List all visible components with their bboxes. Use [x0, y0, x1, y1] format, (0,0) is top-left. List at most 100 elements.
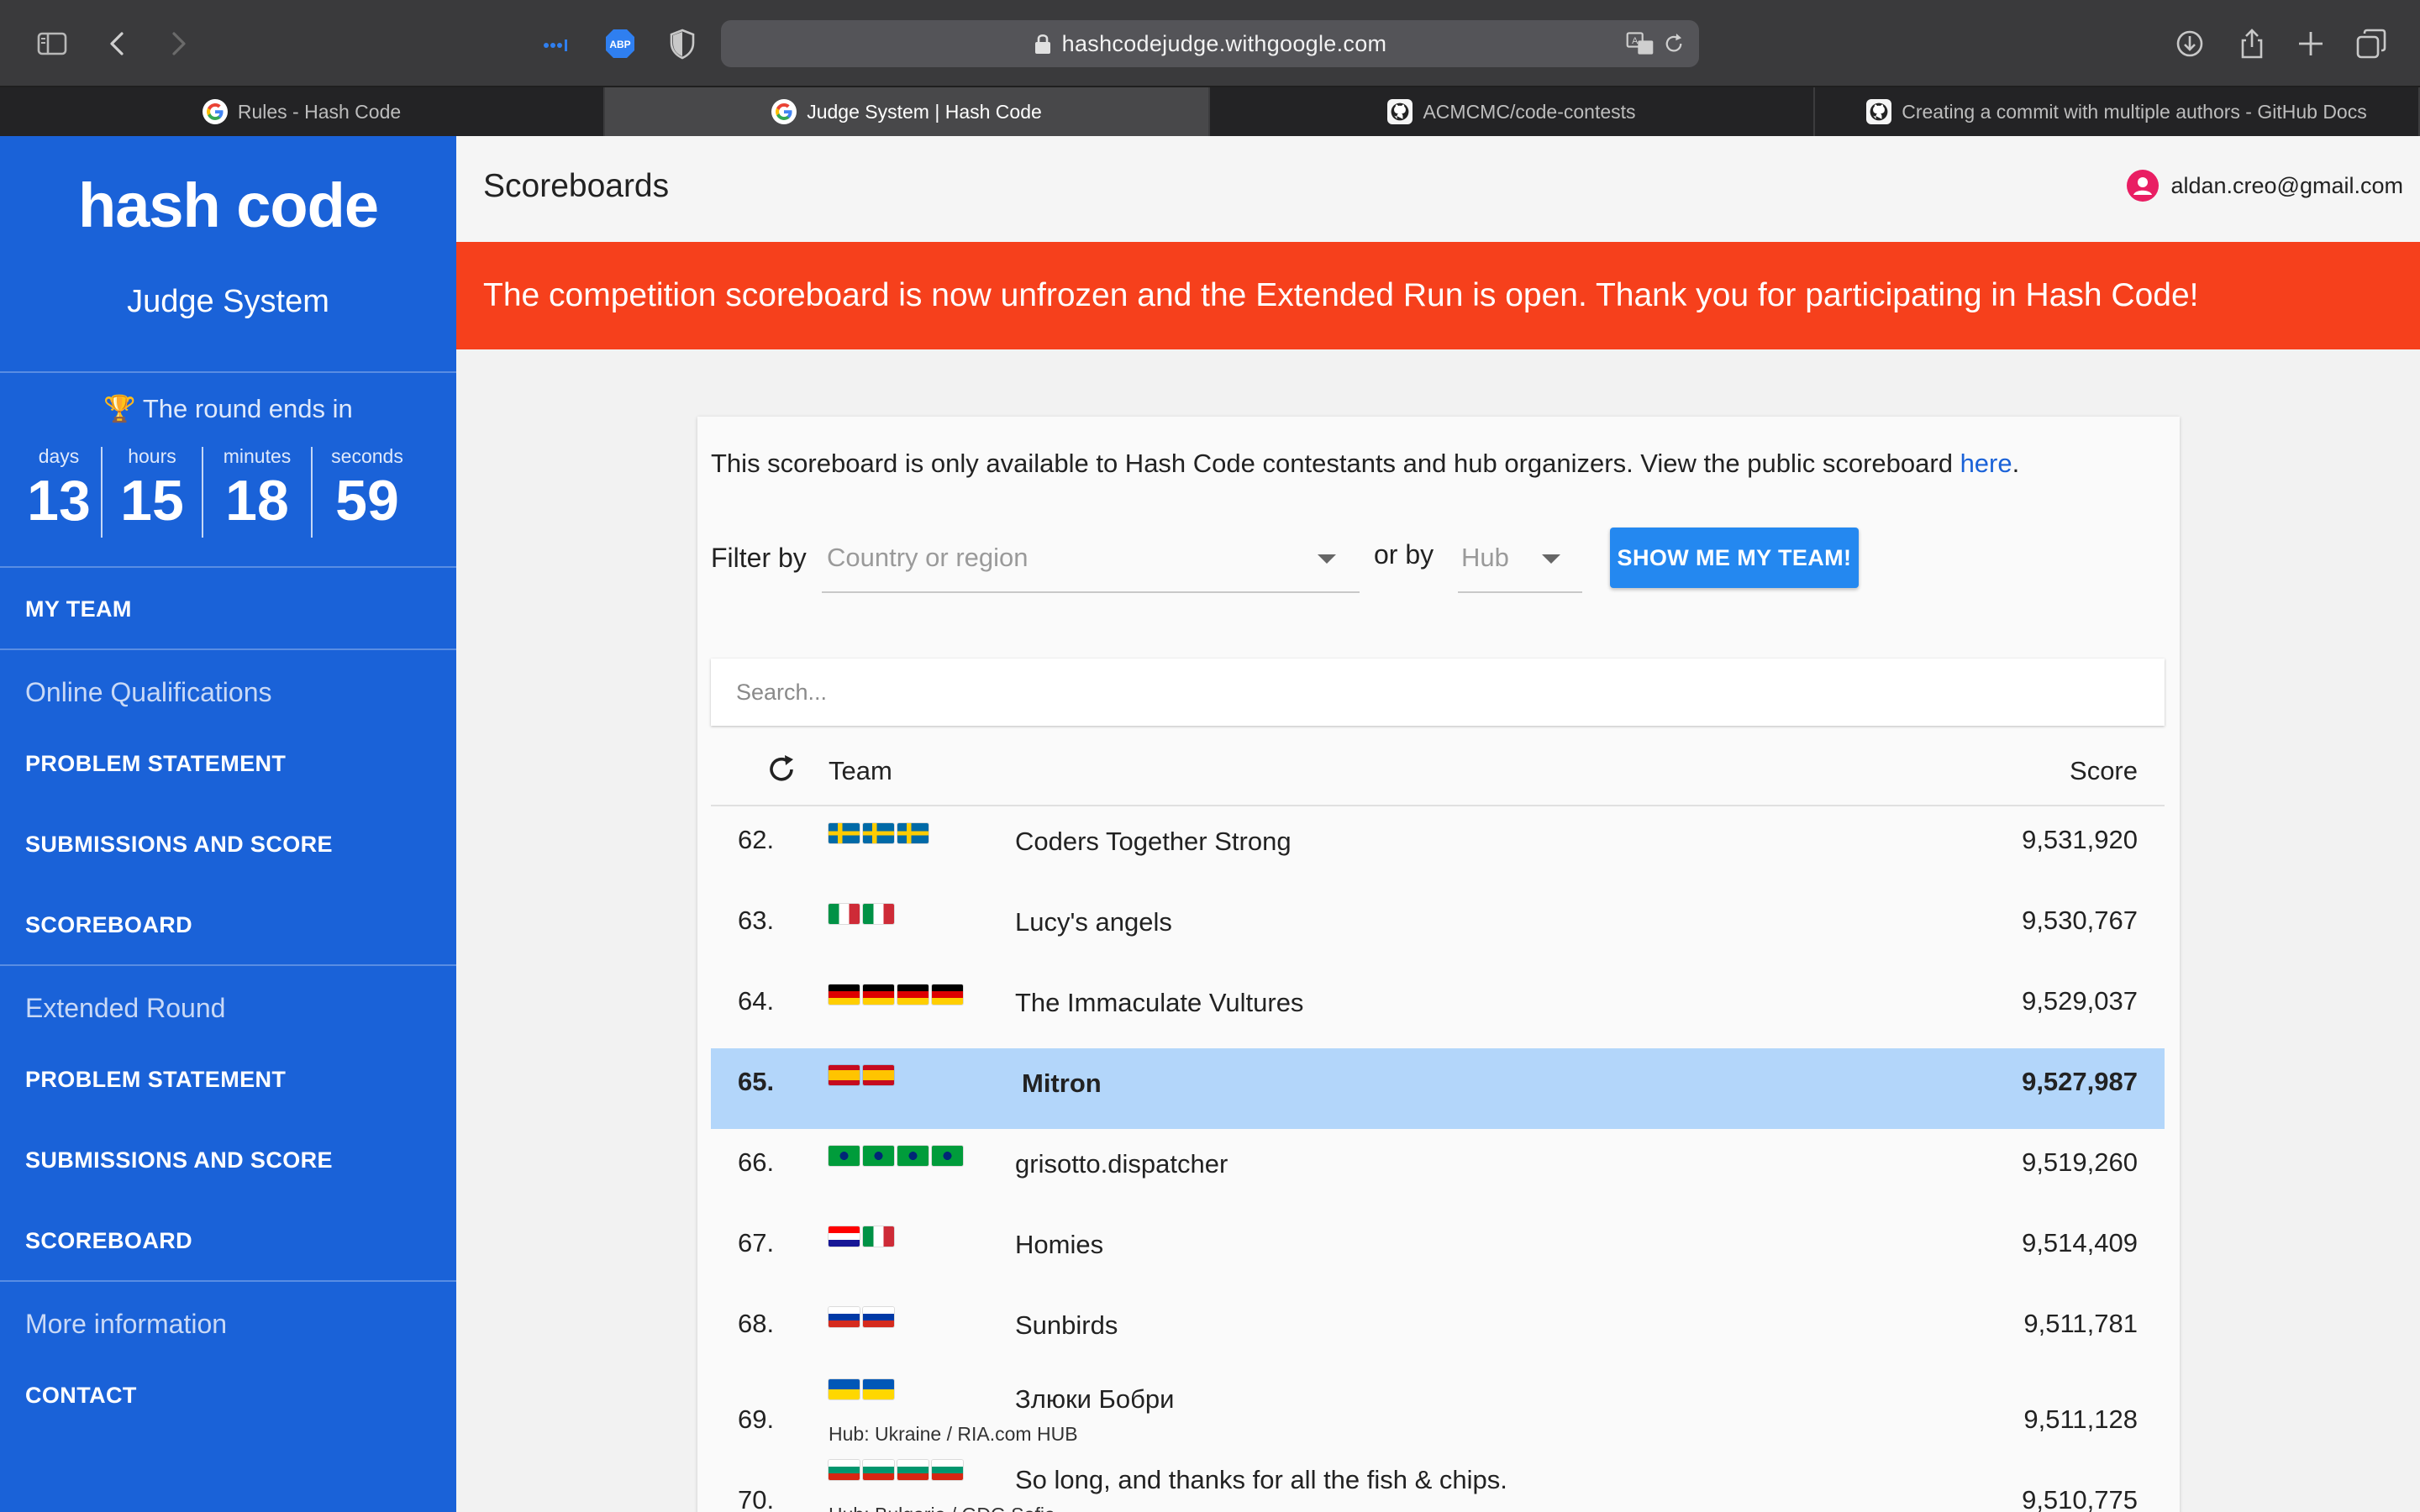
- croatia-flag-icon: [829, 1226, 860, 1247]
- team-score: 9,529,037: [2022, 986, 2138, 1016]
- browser-tab-github-docs[interactable]: Creating a commit with multiple authors …: [1815, 87, 2420, 136]
- countdown-value: 15: [120, 469, 184, 533]
- table-row[interactable]: 62. Coders Together Strong 9,531,920: [711, 806, 2165, 887]
- nav-qual-scoreboard[interactable]: SCOREBOARD: [25, 912, 192, 938]
- column-header-team: Team: [829, 756, 892, 785]
- sidebar-toggle-icon[interactable]: [30, 22, 74, 66]
- team-score: 9,514,409: [2022, 1228, 2138, 1257]
- countdown-value: 13: [27, 469, 91, 533]
- rank: 63.: [738, 906, 775, 935]
- team-flags: [829, 1226, 894, 1247]
- team-name: Mitron: [1022, 1068, 1102, 1098]
- new-tab-plus-icon[interactable]: [2289, 22, 2333, 66]
- show-my-team-button[interactable]: SHOW ME MY TEAM!: [1610, 528, 1859, 588]
- table-row[interactable]: 64. The Immaculate Vultures 9,529,037: [711, 968, 2165, 1048]
- brazil-flag-icon: [897, 1146, 929, 1166]
- rank: 69.: [738, 1404, 775, 1434]
- nav-section-extended-round: Extended Round: [25, 993, 226, 1023]
- sidebar: hash code Judge System 🏆 The round ends …: [0, 136, 456, 1512]
- table-row[interactable]: 67. Homies 9,514,409: [711, 1210, 2165, 1290]
- hub-select[interactable]: Hub: [1458, 531, 1582, 593]
- country-select[interactable]: Country or region: [822, 531, 1360, 593]
- countdown-seconds: seconds 59: [313, 445, 422, 539]
- countdown-hours: hours 15: [103, 445, 202, 539]
- nav-qual-problem-statement[interactable]: PROBLEM STATEMENT: [25, 751, 286, 777]
- countdown-minutes: minutes 18: [203, 445, 311, 539]
- spain-flag-icon: [863, 1065, 894, 1085]
- page-header: Scoreboards aldan.creo@gmail.com: [456, 136, 2420, 242]
- back-icon[interactable]: [96, 22, 139, 66]
- tab-title: Rules - Hash Code: [237, 100, 402, 123]
- user-account[interactable]: aldan.creo@gmail.com: [2127, 170, 2403, 202]
- table-row[interactable]: 66. grisotto.dispatcher 9,519,260: [711, 1129, 2165, 1210]
- nav-contact[interactable]: CONTACT: [25, 1383, 137, 1409]
- team-flags: [829, 823, 929, 843]
- divider: [0, 964, 456, 966]
- adblock-extension-icon[interactable]: ABP: [598, 22, 642, 66]
- team-score: 9,527,987: [2022, 1067, 2138, 1096]
- countdown-label: seconds: [331, 445, 403, 467]
- round-ends-label: 🏆 The round ends in: [0, 393, 456, 424]
- nav-ext-problem-statement[interactable]: PROBLEM STATEMENT: [25, 1067, 286, 1093]
- share-icon[interactable]: [2230, 22, 2274, 66]
- browser-tab-rules[interactable]: Rules - Hash Code: [0, 87, 605, 136]
- nav-ext-scoreboard[interactable]: SCOREBOARD: [25, 1228, 192, 1254]
- user-email: aldan.creo@gmail.com: [2170, 172, 2403, 198]
- reload-icon[interactable]: [1657, 27, 1691, 60]
- notice-text: This scoreboard is only available to Has…: [711, 449, 1960, 478]
- brazil-flag-icon: [829, 1146, 860, 1166]
- team-name: Злюки Бобри: [1015, 1384, 1175, 1414]
- nav-ext-submissions-and-score[interactable]: SUBMISSIONS AND SCORE: [25, 1147, 333, 1173]
- forward-icon[interactable]: [156, 22, 200, 66]
- divider: [0, 1280, 456, 1282]
- browser-tab-code-contests[interactable]: ACMCMC/code-contests: [1210, 87, 1815, 136]
- brazil-flag-icon: [932, 1146, 963, 1166]
- countdown-label: minutes: [223, 445, 292, 467]
- sweden-flag-icon: [897, 823, 929, 843]
- table-row[interactable]: 63. Lucy's angels 9,530,767: [711, 887, 2165, 968]
- germany-flag-icon: [863, 984, 894, 1005]
- bulgaria-flag-icon: [932, 1460, 963, 1480]
- svg-text:A: A: [1632, 36, 1639, 46]
- italy-flag-icon: [863, 1226, 894, 1247]
- rank: 65.: [738, 1067, 775, 1096]
- nav-qual-submissions-and-score[interactable]: SUBMISSIONS AND SCORE: [25, 832, 333, 858]
- hash-code-logo[interactable]: hash code: [0, 170, 456, 241]
- hub-placeholder: Hub: [1461, 543, 1509, 572]
- address-bar[interactable]: hashcodejudge.withgoogle.com A: [721, 20, 1699, 67]
- countdown-label: days: [38, 445, 80, 467]
- table-row-my-team[interactable]: 65. Mitron 9,527,987: [711, 1048, 2165, 1129]
- round-ends-text: The round ends in: [142, 394, 353, 423]
- russia-flag-icon: [829, 1307, 860, 1327]
- browser-tab-judge-system[interactable]: Judge System | Hash Code: [605, 87, 1210, 136]
- ukraine-flag-icon: [829, 1379, 860, 1399]
- bulgaria-flag-icon: [829, 1460, 860, 1480]
- germany-flag-icon: [932, 984, 963, 1005]
- translate-icon[interactable]: A: [1623, 27, 1657, 60]
- divider: [0, 371, 456, 373]
- github-icon: [1387, 99, 1413, 124]
- lock-icon: [1034, 34, 1050, 54]
- sweden-flag-icon: [863, 823, 894, 843]
- russia-flag-icon: [863, 1307, 894, 1327]
- table-row[interactable]: 68. Sunbirds 9,511,781: [711, 1290, 2165, 1371]
- avatar-icon: [2127, 170, 2160, 202]
- search-input[interactable]: [711, 659, 2165, 726]
- countdown-timer: days 13 hours 15 minutes 18 seconds 59: [17, 445, 429, 539]
- table-row[interactable]: 70. So long, and thanks for all the fish…: [711, 1452, 2165, 1512]
- sidebar-subtitle: Judge System: [127, 284, 329, 319]
- password-dots-icon[interactable]: [534, 22, 578, 66]
- tab-overview-icon[interactable]: [2349, 22, 2393, 66]
- refresh-icon[interactable]: [765, 753, 798, 786]
- team-name: The Immaculate Vultures: [1015, 988, 1304, 1017]
- dropdown-arrow-icon: [1318, 554, 1336, 564]
- public-scoreboard-link[interactable]: here: [1960, 449, 2012, 478]
- privacy-shield-icon[interactable]: [660, 22, 704, 66]
- table-row[interactable]: 69. Злюки Бобри Hub: Ukraine / RIA.com H…: [711, 1371, 2165, 1452]
- downloads-icon[interactable]: [2168, 22, 2212, 66]
- italy-flag-icon: [863, 904, 894, 924]
- nav-my-team[interactable]: MY TEAM: [25, 596, 132, 622]
- rank: 68.: [738, 1309, 775, 1338]
- team-score: 9,530,767: [2022, 906, 2138, 935]
- team-score: 9,519,260: [2022, 1147, 2138, 1177]
